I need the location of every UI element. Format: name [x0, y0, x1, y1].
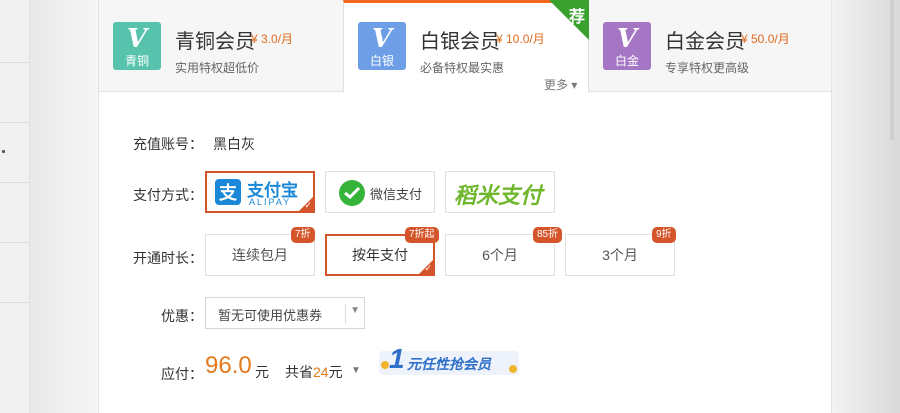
- discount-badge: 85折: [533, 227, 563, 243]
- tab-description: 专享特权更高级: [665, 61, 750, 75]
- savings-suffix: 元: [328, 364, 343, 380]
- amount-due: 96.0: [205, 352, 252, 379]
- discount-badge: 7折: [291, 227, 315, 243]
- alipay-option[interactable]: 支 支付宝 ALIPAY ✓: [205, 171, 315, 213]
- tab-bronze-membership[interactable]: V 青铜 青铜会员 ¥ 3.0/月 实用特权超低价: [99, 0, 345, 92]
- discount-badge: 7折起: [405, 227, 439, 243]
- more-link[interactable]: 更多 ▾: [544, 76, 577, 93]
- coupon-label: 优惠：: [161, 308, 203, 324]
- tab-platinum-membership[interactable]: V 白金 白金会员 ¥ 50.0/月 专享特权更高级: [589, 0, 835, 92]
- account-value: 黑白灰: [213, 136, 255, 152]
- alipay-sub: ALIPAY: [249, 197, 292, 207]
- wechat-icon: [339, 180, 365, 206]
- divider: [0, 62, 30, 63]
- tab-price: ¥ 50.0/月: [741, 32, 790, 46]
- duration-yearly-label: 按年支付: [352, 247, 408, 263]
- discount-badge: 9折: [652, 227, 676, 243]
- check-icon: ✓: [304, 200, 312, 210]
- savings-text: 共省24元: [285, 362, 343, 382]
- membership-tabs: V 青铜 青铜会员 ¥ 3.0/月 实用特权超低价 V 白银 白银会员 ¥ 10…: [99, 0, 831, 93]
- tab-title: 白银会员: [420, 31, 500, 53]
- daomi-icon: 稻米支付: [454, 183, 543, 208]
- background-shade-right: [832, 0, 900, 413]
- wechat-pay-option[interactable]: 微信支付: [325, 171, 435, 213]
- tab-description: 实用特权超低价: [175, 61, 260, 75]
- tab-silver-membership[interactable]: V 白银 白银会员 ¥ 10.0/月 必备特权最实惠 更多 ▾ 荐: [343, 0, 589, 93]
- scrollbar[interactable]: [890, 0, 894, 140]
- tab-title: 青铜会员: [175, 31, 255, 53]
- chevron-down-icon[interactable]: ▼: [351, 365, 361, 376]
- svg-text:支: 支: [218, 182, 238, 204]
- membership-purchase-card: V 青铜 青铜会员 ¥ 3.0/月 实用特权超低价 V 白银 白银会员 ¥ 10…: [98, 0, 832, 413]
- promo-banner[interactable]: 1 元任性抢会员: [373, 343, 525, 381]
- divider: [0, 302, 30, 303]
- duration-label: 开通时长：: [133, 250, 203, 266]
- silver-badge-icon: V 白银: [358, 22, 406, 70]
- amount-unit: 元: [255, 364, 269, 380]
- chevron-down-icon: ▼: [350, 305, 360, 316]
- tab-title: 白金会员: [665, 31, 745, 53]
- divider: [345, 304, 346, 324]
- coupon-select[interactable]: 暂无可使用优惠券 ▼: [205, 297, 365, 329]
- divider: [0, 242, 30, 243]
- bullet: [2, 150, 5, 153]
- bronze-badge-icon: V 青铜: [113, 22, 161, 70]
- platinum-badge-icon: V 白金: [603, 22, 651, 70]
- daomi-pay-option[interactable]: 稻米支付: [445, 171, 555, 213]
- recommended-label: 荐: [568, 9, 585, 26]
- savings-amount: 24: [313, 364, 329, 380]
- amount-due-label: 应付：: [161, 366, 203, 382]
- wechat-pay-label: 微信支付: [370, 187, 423, 202]
- coupon-value: 暂无可使用优惠券: [218, 308, 323, 323]
- background-side-panel: [0, 0, 30, 413]
- tab-description: 必备特权最实惠: [420, 61, 505, 75]
- payment-method-label: 支付方式：: [133, 187, 203, 203]
- background-shade: [30, 0, 98, 413]
- savings-prefix: 共省: [285, 364, 313, 380]
- divider: [0, 122, 30, 123]
- tab-price: ¥ 10.0/月: [496, 32, 545, 46]
- check-icon: ✓: [424, 263, 432, 273]
- divider: [0, 182, 30, 183]
- account-label: 充值账号：: [133, 136, 203, 152]
- promo-text: 元任性抢会员: [407, 356, 491, 372]
- promo-number: 1: [389, 343, 405, 374]
- tab-price: ¥ 3.0/月: [251, 32, 294, 46]
